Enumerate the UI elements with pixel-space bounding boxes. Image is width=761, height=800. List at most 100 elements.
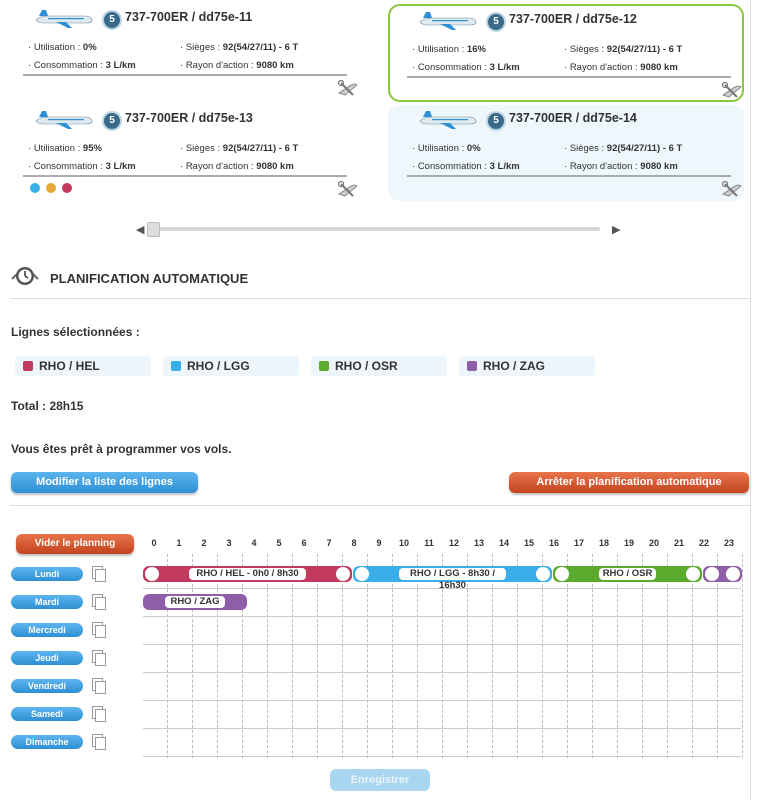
flight-label: RHO / OSR [599, 568, 656, 580]
divider [23, 175, 347, 177]
day-button[interactable]: Vendredi [11, 679, 83, 693]
aircraft-card[interactable]: 5 737-700ER / dd75e-13 · Utilisation : 9… [4, 105, 360, 201]
utilisation: · Utilisation : 0% [28, 42, 97, 53]
consumption: · Consommation : 3 L/km [28, 60, 136, 71]
day-button[interactable]: Dimanche [11, 735, 83, 749]
save-button[interactable]: Enregistrer [330, 769, 430, 791]
utilisation-value: 0% [466, 143, 481, 154]
aircraft-title: 737-700ER / dd75e-14 [509, 111, 637, 125]
day-gridline [143, 672, 741, 673]
range-label: Rayon d'action : [185, 60, 254, 71]
range-value: 9080 km [640, 62, 678, 73]
landing-icon [536, 567, 550, 581]
clock-icon [11, 267, 39, 285]
status-dot [30, 183, 40, 193]
flight-label: RHO / ZAG [165, 596, 225, 608]
landing-icon [336, 567, 350, 581]
wrench-airplane-icon[interactable] [337, 180, 359, 200]
wrench-airplane-icon[interactable] [721, 81, 743, 101]
route-chip: RHO / ZAG [459, 356, 595, 376]
aircraft-card[interactable]: 5 737-700ER / dd75e-12 · Utilisation : 1… [388, 4, 744, 102]
seats: · Sièges : 92(54/27/11) - 6 T [180, 42, 299, 53]
landing-icon [726, 567, 740, 581]
divider [407, 175, 731, 177]
flight-segment[interactable]: RHO / OSR [553, 566, 702, 582]
flight-segment[interactable]: RHO / LGG - 8h30 / 16h30 [353, 566, 552, 591]
day-button[interactable]: Jeudi [11, 651, 83, 665]
route-label: RHO / HEL [39, 359, 100, 373]
consumption: · Consommation : 3 L/km [412, 62, 520, 73]
range-label: Rayon d'action : [569, 62, 638, 73]
takeoff-icon [555, 567, 569, 581]
day-button[interactable]: Mardi [11, 595, 83, 609]
wrench-airplane-icon[interactable] [721, 180, 743, 200]
stop-planning-button[interactable]: Arrêter la planification automatique [509, 472, 749, 493]
day-gridline [143, 728, 741, 729]
scroll-right-icon[interactable]: ▶ [612, 223, 620, 236]
hour-label: 23 [723, 538, 734, 548]
hour-label: 3 [226, 538, 232, 548]
day-button[interactable]: Lundi [11, 567, 83, 581]
carousel-thumb[interactable] [147, 222, 160, 237]
hour-label: 11 [424, 538, 434, 548]
range-value: 9080 km [256, 161, 294, 172]
seats-label: Sièges : [569, 143, 605, 154]
copy-icon[interactable] [92, 706, 106, 722]
aircraft-card[interactable]: 5 737-700ER / dd75e-14 · Utilisation : 0… [388, 105, 744, 201]
route-chip: RHO / OSR [311, 356, 447, 376]
copy-icon[interactable] [92, 594, 106, 610]
level-badge: 5 [104, 12, 120, 28]
day-button[interactable]: Samedi [11, 707, 83, 721]
flight-label: RHO / HEL - 0h0 / 8h30 [189, 568, 306, 580]
range: · Rayon d'action : 9080 km [564, 161, 678, 172]
day-button[interactable]: Mercredi [11, 623, 83, 637]
hour-label: 0 [151, 538, 157, 548]
aircraft-card[interactable]: 5 737-700ER / dd75e-11 · Utilisation : 0… [4, 4, 360, 100]
flight-segment[interactable] [703, 566, 742, 582]
scroll-left-icon[interactable]: ◀ [136, 223, 144, 236]
main-pane: 5 737-700ER / dd75e-11 · Utilisation : 0… [0, 0, 751, 800]
flight-segment[interactable]: RHO / HEL - 0h0 / 8h30 [143, 566, 352, 582]
landing-icon [686, 567, 700, 581]
airplane-icon [419, 12, 477, 30]
hour-label: 4 [251, 538, 257, 548]
hour-label: 18 [598, 538, 609, 548]
hour-label: 19 [623, 538, 634, 548]
flight-segment[interactable]: RHO / ZAG [143, 594, 247, 610]
hour-label: 12 [448, 538, 459, 548]
consumption-label: Consommation : [417, 161, 487, 172]
modify-lines-button[interactable]: Modifier la liste des lignes [11, 472, 198, 493]
clear-planning-button[interactable]: Vider le planning [16, 534, 134, 554]
range-value: 9080 km [640, 161, 678, 172]
wrench-airplane-icon[interactable] [337, 79, 359, 99]
seats-value: 92(54/27/11) - 6 T [222, 143, 299, 154]
status-dot [62, 183, 72, 193]
copy-icon[interactable] [92, 566, 106, 582]
level-badge: 5 [104, 113, 120, 129]
seats-value: 92(54/27/11) - 6 T [606, 44, 683, 55]
utilisation: · Utilisation : 16% [412, 44, 486, 55]
status-dot [46, 183, 56, 193]
route-label: RHO / LGG [187, 359, 250, 373]
airplane-icon [35, 111, 93, 129]
route-label: RHO / ZAG [483, 359, 545, 373]
route-color-swatch [171, 361, 181, 371]
range-value: 9080 km [256, 60, 294, 71]
copy-icon[interactable] [92, 678, 106, 694]
range: · Rayon d'action : 9080 km [180, 60, 294, 71]
copy-icon[interactable] [92, 622, 106, 638]
hour-label: 5 [276, 538, 282, 548]
route-color-swatch [467, 361, 477, 371]
hour-label: 2 [201, 538, 207, 548]
hour-label: 13 [473, 538, 484, 548]
utilisation-label: Utilisation : [417, 143, 465, 154]
day-gridline [143, 700, 741, 701]
route-color-swatch [319, 361, 329, 371]
hour-label: 14 [498, 538, 509, 548]
day-gridline [143, 616, 741, 617]
copy-icon[interactable] [92, 650, 106, 666]
carousel-track[interactable] [150, 227, 600, 231]
copy-icon[interactable] [92, 734, 106, 750]
utilisation: · Utilisation : 0% [412, 143, 481, 154]
consumption-value: 3 L/km [105, 60, 136, 71]
